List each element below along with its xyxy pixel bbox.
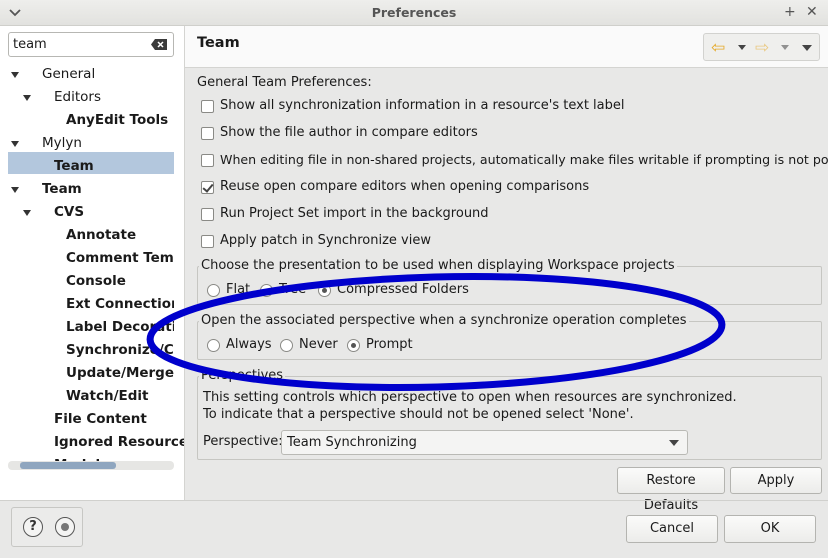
tree-item-label-decorations[interactable]: Label Decoratio (66, 316, 174, 338)
expand-arrow-icon[interactable] (11, 141, 19, 147)
tree-item-team[interactable]: Team (42, 178, 82, 200)
checkbox-label[interactable]: Reuse open compare editors when opening … (220, 179, 589, 194)
tree-item-annotate[interactable]: Annotate (66, 224, 136, 246)
radio-label[interactable]: Prompt (366, 337, 413, 352)
tree-item-ignored-resources[interactable]: Ignored Resources (54, 431, 196, 453)
radio-compressed-folders[interactable] (318, 284, 331, 297)
expand-arrow-icon[interactable] (11, 72, 19, 78)
radio-tree[interactable] (260, 284, 273, 297)
help-toolbar: ? (11, 507, 83, 547)
maximize-icon[interactable]: + (784, 2, 796, 22)
checkbox-label[interactable]: Show all synchronization information in … (220, 98, 625, 113)
help-icon[interactable]: ? (23, 517, 43, 537)
perspectives-description: This setting controls which perspective … (203, 390, 737, 405)
perspective-label: Perspective: (203, 434, 283, 449)
tree-horizontal-scrollbar[interactable] (8, 461, 174, 470)
radio-always[interactable] (207, 339, 220, 352)
radio-flat[interactable] (207, 284, 220, 297)
tree-item-update-merge[interactable]: Update/Merge (66, 362, 174, 384)
checkbox-label[interactable]: Apply patch in Synchronize view (220, 233, 431, 248)
back-arrow-icon[interactable]: ⇦ (711, 39, 725, 57)
expand-arrow-icon[interactable] (11, 187, 19, 193)
filter-input-value: team (13, 37, 47, 52)
checkbox-label[interactable]: Show the file author in compare editors (220, 125, 478, 140)
perspectives-description: To indicate that a perspective should no… (203, 407, 634, 422)
checkbox-make-writable[interactable] (201, 154, 214, 167)
checkbox-project-set-background[interactable] (201, 208, 214, 221)
page-title: Team (197, 35, 240, 51)
tree-item-file-content[interactable]: File Content (54, 408, 147, 430)
scrollbar-thumb[interactable] (20, 462, 116, 469)
expand-arrow-icon[interactable] (23, 210, 31, 216)
tree-item-comment-templates[interactable]: Comment Templ (66, 247, 174, 269)
radio-label[interactable]: Compressed Folders (337, 282, 469, 297)
apply-button[interactable]: Apply (730, 467, 822, 494)
checkbox-label[interactable]: Run Project Set import in the background (220, 206, 489, 221)
expand-arrow-icon[interactable] (23, 95, 31, 101)
clear-filter-icon[interactable] (151, 39, 167, 50)
tree-item-mylyn-team[interactable]: Team (54, 155, 94, 177)
checkbox-show-sync-info[interactable] (201, 100, 214, 113)
perspectives-legend: Perspectives (199, 368, 286, 383)
tree-item-ext-connection[interactable]: Ext Connection M (66, 293, 174, 315)
forward-history-dropdown-icon[interactable] (781, 45, 789, 50)
footer-divider (0, 500, 828, 501)
record-icon[interactable] (55, 517, 75, 537)
checkbox-show-file-author[interactable] (201, 127, 214, 140)
tree-item-watch-edit[interactable]: Watch/Edit (66, 385, 148, 407)
tree-item-editors[interactable]: Editors (54, 86, 101, 108)
radio-label[interactable]: Tree (279, 282, 306, 297)
title-bar: Preferences + ✕ (0, 0, 828, 26)
perspective-select-value: Team Synchronizing (287, 435, 417, 450)
general-heading: General Team Preferences: (197, 75, 372, 90)
checkbox-apply-patch-sync[interactable] (201, 235, 214, 248)
tree-item-synchronize-compare[interactable]: Synchronize/Com (66, 339, 174, 361)
tree-item-anyedit-tools[interactable]: AnyEdit Tools (66, 109, 168, 131)
tree-item-general[interactable]: General (42, 63, 95, 85)
open-perspective-legend: Open the associated perspective when a s… (199, 313, 689, 328)
checkbox-reuse-compare-editors[interactable] (201, 181, 214, 194)
forward-arrow-icon[interactable]: ⇨ (755, 39, 769, 57)
tree-item-mylyn[interactable]: Mylyn (42, 132, 82, 154)
checkbox-label[interactable]: When editing file in non-shared projects… (220, 152, 828, 167)
radio-prompt[interactable] (347, 339, 360, 352)
close-icon[interactable]: ✕ (806, 2, 818, 22)
window-title: Preferences (371, 5, 457, 20)
perspective-select[interactable]: Team Synchronizing (281, 430, 688, 455)
page-navigation-toolbar: ⇦ ⇨ (703, 33, 820, 61)
tree-item-console[interactable]: Console (66, 270, 126, 292)
cancel-button[interactable]: Cancel (626, 515, 718, 543)
back-history-dropdown-icon[interactable] (738, 45, 746, 50)
radio-never[interactable] (280, 339, 293, 352)
ok-button[interactable]: OK (724, 515, 816, 543)
filter-input[interactable]: team (8, 32, 174, 57)
presentation-legend: Choose the presentation to be used when … (199, 258, 677, 273)
chevron-down-icon (669, 440, 679, 446)
radio-label[interactable]: Flat (226, 282, 250, 297)
view-menu-icon[interactable] (802, 45, 812, 51)
radio-label[interactable]: Always (226, 337, 272, 352)
tree-item-cvs[interactable]: CVS (54, 201, 84, 223)
radio-label[interactable]: Never (299, 337, 338, 352)
restore-defaults-button[interactable]: Restore Defaults (617, 467, 725, 513)
